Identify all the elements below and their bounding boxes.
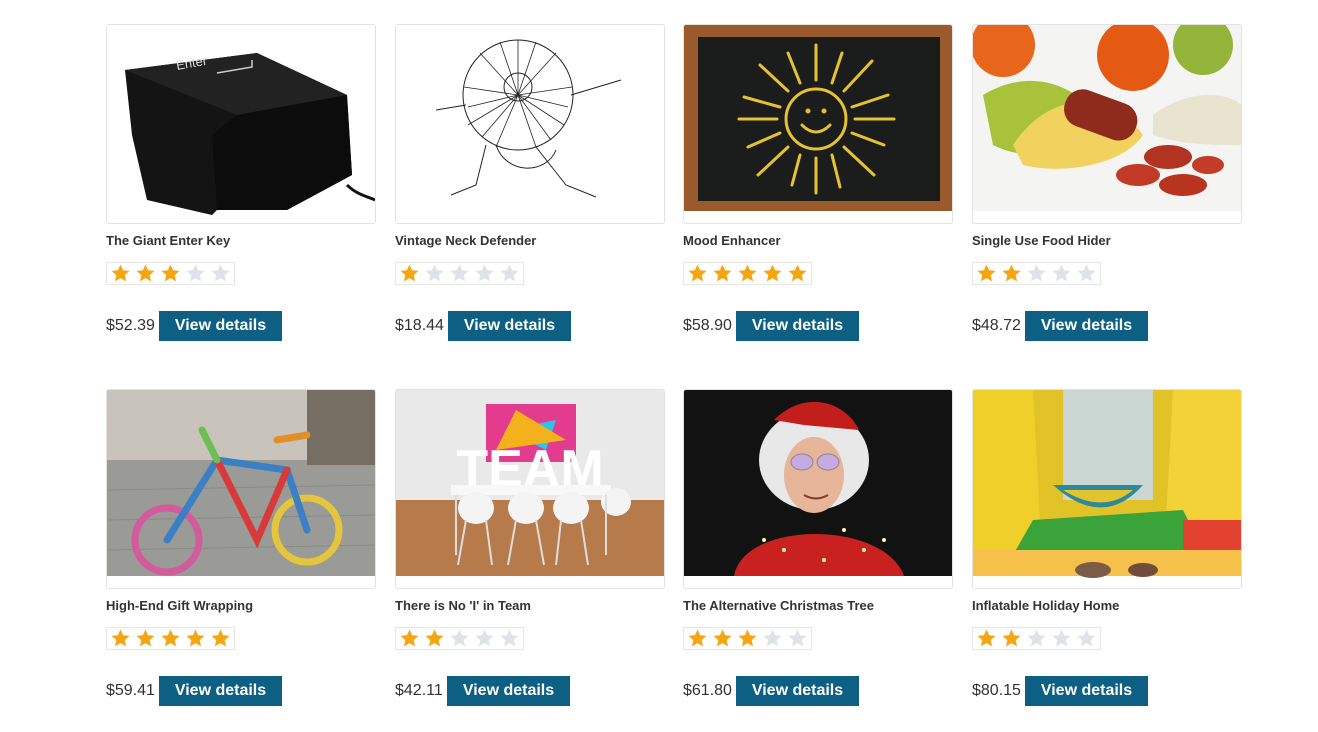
rating-stars — [106, 262, 235, 285]
star-filled-icon — [397, 263, 422, 284]
product-price: $58.90 — [683, 317, 732, 334]
product-title[interactable]: Inflatable Holiday Home — [972, 598, 1119, 613]
view-details-button[interactable]: View details — [1025, 311, 1148, 341]
star-filled-icon — [710, 263, 735, 284]
star-filled-icon — [735, 628, 760, 649]
star-empty-icon — [447, 263, 472, 284]
rating-stars — [972, 627, 1101, 650]
star-empty-icon — [472, 628, 497, 649]
rating-stars — [683, 262, 812, 285]
product-title[interactable]: The Alternative Christmas Tree — [683, 598, 874, 613]
star-empty-icon — [183, 263, 208, 284]
rating-stars — [395, 262, 524, 285]
star-filled-icon — [735, 263, 760, 284]
star-filled-icon — [108, 628, 133, 649]
product-title[interactable]: There is No 'I' in Team — [395, 598, 531, 613]
product-title[interactable]: The Giant Enter Key — [106, 233, 230, 248]
rating-stars — [106, 627, 235, 650]
view-details-button[interactable]: View details — [736, 676, 859, 706]
star-empty-icon — [497, 263, 522, 284]
star-filled-icon — [108, 263, 133, 284]
star-empty-icon — [472, 263, 497, 284]
product-image[interactable] — [972, 389, 1242, 589]
star-empty-icon — [497, 628, 522, 649]
star-filled-icon — [974, 628, 999, 649]
view-details-button[interactable]: View details — [159, 311, 282, 341]
product-price: $48.72 — [972, 317, 1021, 334]
view-details-button[interactable]: View details — [448, 311, 571, 341]
star-filled-icon — [685, 628, 710, 649]
product-image[interactable] — [972, 24, 1242, 224]
star-filled-icon — [710, 628, 735, 649]
star-empty-icon — [208, 263, 233, 284]
product-title[interactable]: Vintage Neck Defender — [395, 233, 536, 248]
product-image[interactable] — [683, 389, 953, 589]
star-empty-icon — [1049, 628, 1074, 649]
view-details-button[interactable]: View details — [736, 311, 859, 341]
star-empty-icon — [1024, 263, 1049, 284]
product-image[interactable] — [683, 24, 953, 224]
star-empty-icon — [422, 263, 447, 284]
product-image[interactable]: Enter — [106, 24, 376, 224]
star-empty-icon — [1049, 263, 1074, 284]
product-title[interactable]: High-End Gift Wrapping — [106, 598, 253, 613]
star-empty-icon — [447, 628, 472, 649]
star-filled-icon — [974, 263, 999, 284]
star-filled-icon — [999, 263, 1024, 284]
star-filled-icon — [133, 263, 158, 284]
product-price: $59.41 — [106, 682, 155, 699]
star-filled-icon — [133, 628, 158, 649]
star-filled-icon — [999, 628, 1024, 649]
star-filled-icon — [183, 628, 208, 649]
product-image[interactable] — [106, 389, 376, 589]
product-title[interactable]: Mood Enhancer — [683, 233, 781, 248]
star-filled-icon — [158, 263, 183, 284]
product-image[interactable] — [395, 24, 665, 224]
star-filled-icon — [422, 628, 447, 649]
star-empty-icon — [1074, 628, 1099, 649]
star-empty-icon — [760, 628, 785, 649]
view-details-button[interactable]: View details — [1025, 676, 1148, 706]
product-image[interactable]: TEAM — [395, 389, 665, 589]
star-filled-icon — [760, 263, 785, 284]
star-empty-icon — [1024, 628, 1049, 649]
rating-stars — [683, 627, 812, 650]
product-price: $52.39 — [106, 317, 155, 334]
view-details-button[interactable]: View details — [159, 676, 282, 706]
star-filled-icon — [208, 628, 233, 649]
product-price: $61.80 — [683, 682, 732, 699]
star-empty-icon — [1074, 263, 1099, 284]
product-price: $80.15 — [972, 682, 1021, 699]
product-price: $18.44 — [395, 317, 444, 334]
star-filled-icon — [397, 628, 422, 649]
star-filled-icon — [785, 263, 810, 284]
rating-stars — [972, 262, 1101, 285]
view-details-button[interactable]: View details — [447, 676, 570, 706]
star-empty-icon — [785, 628, 810, 649]
star-filled-icon — [158, 628, 183, 649]
rating-stars — [395, 627, 524, 650]
product-price: $42.11 — [395, 682, 443, 699]
product-title[interactable]: Single Use Food Hider — [972, 233, 1111, 248]
star-filled-icon — [685, 263, 710, 284]
